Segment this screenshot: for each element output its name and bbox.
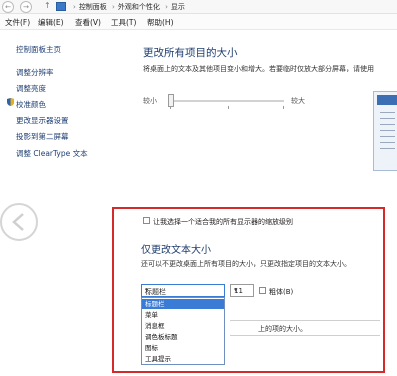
slider-min-label: 较小 bbox=[143, 97, 157, 105]
slider-max-label: 较大 bbox=[291, 97, 305, 105]
sidebar-item-cleartype[interactable]: 调整 ClearType 文本 bbox=[16, 148, 88, 159]
sidebar-item-resolution[interactable]: 调整分辨率 bbox=[16, 67, 54, 78]
slider-tick bbox=[283, 106, 284, 109]
large-back-arrow-icon bbox=[0, 203, 38, 241]
forward-arrow-icon[interactable]: → bbox=[20, 1, 32, 13]
menu-help[interactable]: 帮助(H) bbox=[147, 17, 174, 28]
page-description: 将桌面上的文本及其他项目变小和增大。若要临时仅放大部分屏幕，请使用 bbox=[143, 65, 374, 73]
menu-bar: 文件(F) 编辑(E) 查看(V) 工具(T) 帮助(H) bbox=[0, 14, 397, 30]
shield-icon bbox=[7, 98, 14, 106]
breadcrumb-item[interactable]: 控制面板 bbox=[79, 3, 107, 11]
highlight-frame bbox=[112, 207, 385, 373]
menu-view[interactable]: 查看(V) bbox=[75, 17, 101, 28]
slider-tick bbox=[228, 106, 229, 109]
address-bar: ← → ↑ › 控制面板 › 外观和个性化 › 显示 bbox=[0, 0, 397, 14]
up-arrow-icon[interactable]: ↑ bbox=[44, 1, 51, 10]
menu-file[interactable]: 文件(F) bbox=[5, 17, 30, 28]
sidebar-item-brightness[interactable]: 调整亮度 bbox=[16, 83, 46, 94]
breadcrumb: › 控制面板 › 外观和个性化 › 显示 bbox=[73, 3, 185, 11]
sidebar-item-project[interactable]: 投影到第二屏幕 bbox=[16, 131, 69, 142]
size-slider-track[interactable] bbox=[168, 100, 284, 102]
breadcrumb-item[interactable]: 外观和个性化 bbox=[118, 3, 160, 11]
sidebar-item-calibrate[interactable]: 校准颜色 bbox=[16, 99, 46, 110]
breadcrumb-item[interactable]: 显示 bbox=[171, 3, 185, 11]
size-slider-thumb[interactable] bbox=[168, 94, 174, 107]
menu-edit[interactable]: 编辑(E) bbox=[38, 17, 64, 28]
slider-tick bbox=[170, 106, 171, 109]
control-panel-icon bbox=[56, 2, 66, 11]
menu-tools[interactable]: 工具(T) bbox=[111, 17, 136, 28]
sidebar-home-link[interactable]: 控制面板主页 bbox=[16, 44, 61, 55]
sidebar-item-display-settings[interactable]: 更改显示器设置 bbox=[16, 115, 69, 126]
back-arrow-icon[interactable]: ← bbox=[2, 1, 14, 13]
page-title: 更改所有项目的大小 bbox=[143, 47, 238, 59]
display-preview bbox=[373, 91, 397, 171]
